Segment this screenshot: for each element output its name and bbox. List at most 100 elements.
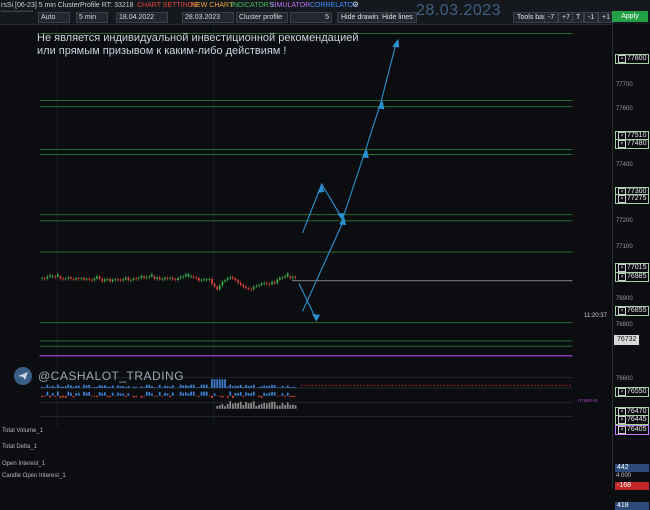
minus7-button[interactable]: -7 [544,12,558,23]
oi-bar [282,403,284,409]
candle-body [88,279,90,280]
remove-level-icon[interactable]: × [618,307,626,315]
indicators-menu[interactable]: INDICATORS [231,1,274,10]
delta-bar [250,393,252,396]
top-toolbar: rsSi Auto 5 min 18.04.2022 28.03.2023 Cl… [0,0,650,25]
t-button[interactable]: T [572,12,584,23]
level-box[interactable]: ×76405 [615,425,649,435]
volume-bar [151,386,153,388]
candle-body [195,277,197,278]
candle-body [164,278,166,279]
delta-bar [201,392,203,396]
volume-bar [253,385,255,388]
candle-body [75,278,77,280]
simulator-menu[interactable]: SIMULATOR [270,1,310,10]
apply-button[interactable]: Apply [612,11,648,22]
chart-title: rsSi [06-23] 5 min ClusterProfile RT: 33… [1,1,131,10]
volume-bar [109,387,111,388]
candle-body [224,280,226,281]
candle-body [47,277,49,279]
delta-bar [240,392,242,396]
settings-icon[interactable]: ⚙ [352,0,359,9]
candle-body [198,278,200,280]
delta-bar [146,392,148,396]
new-chart-menu[interactable]: NEW CHART [191,1,233,10]
candle-body [216,287,218,290]
level-price: 76445 [627,416,646,423]
oi-bar [237,403,239,409]
candle-body [151,274,153,276]
profile-select[interactable]: Cluster profile [236,12,288,23]
delta-bar [49,396,51,398]
remove-level-icon[interactable]: × [618,140,626,148]
current-price-box: 76732 [614,335,639,345]
delta-bar [75,393,77,396]
chart-settings-menu[interactable]: CHART SETTINGS [137,1,198,10]
candle-body [258,285,260,286]
delta-bar [253,392,255,396]
price-axis: 77700 77600 77500 77400 77200 77100 7690… [612,24,650,488]
candle-body [289,277,291,279]
candle-body [208,279,210,280]
oi-bar [266,404,268,409]
volume-bar [60,386,62,387]
price-chart[interactable] [0,24,612,428]
delta-bar [287,393,289,396]
delta-bar [229,392,231,396]
level-box[interactable]: ×77800 [615,54,649,64]
oi-bar [240,402,242,409]
delta-bar [104,392,106,395]
delta-bar [122,394,124,396]
delta-bar [94,396,96,397]
level-box[interactable]: ×77480 [615,139,649,149]
level-box[interactable]: ×76550 [615,387,649,397]
level-box[interactable]: ×76855 [615,306,649,316]
delta-bar [269,393,271,396]
delta-bar [222,396,224,398]
delta-bar [193,392,195,396]
delta-bar [88,392,90,396]
minus1-button[interactable]: -1 [584,12,598,23]
delta-bar [235,393,237,396]
remove-level-icon[interactable]: × [618,416,626,424]
level-box[interactable]: ×77275 [615,194,649,204]
candle-body [284,276,286,277]
interval-select[interactable]: 5 min [76,12,108,23]
remove-level-icon[interactable]: × [618,195,626,203]
remove-level-icon[interactable]: × [618,55,626,63]
candle-body [206,279,208,280]
candle-body [193,277,195,278]
profile-count-input[interactable]: 5 [290,12,332,23]
candle-body [245,287,247,288]
volume-bar [258,387,260,388]
level-box[interactable]: ×76445 [615,415,649,425]
delta-bar [266,394,268,396]
axis-price: 77200 [616,218,633,224]
volume-bar [156,387,158,388]
candle-body [49,275,51,276]
correlator-menu[interactable]: CORRELATOR [310,1,358,10]
volume-bar [120,386,122,388]
volume-bar [112,385,114,388]
volume-bar [167,386,169,388]
date-to-input[interactable]: 28.03.2023 [182,12,234,23]
hide-lines-button[interactable]: Hide lines [378,12,417,23]
level-price: 77015 [627,264,646,271]
level-box[interactable]: ×76985 [615,272,649,282]
volume-bar [182,386,184,388]
candle-body [94,279,96,281]
remove-level-icon[interactable]: × [618,273,626,281]
volume-bar [88,385,90,388]
remove-level-icon[interactable]: × [618,426,626,434]
volume-bar [65,386,67,388]
remove-level-icon[interactable]: × [618,388,626,396]
candle-body [175,279,177,280]
volume-bar [75,386,77,388]
remove-level-icon[interactable]: × [618,264,626,272]
volume-bar [227,386,229,387]
mode-select[interactable]: Auto [38,12,70,23]
volume-bar [198,387,200,388]
disclaimer-line2: или прямым призывом к каким-либо действи… [37,45,397,58]
date-from-input[interactable]: 18.04.2022 [116,12,168,23]
volume-bar [96,387,98,388]
